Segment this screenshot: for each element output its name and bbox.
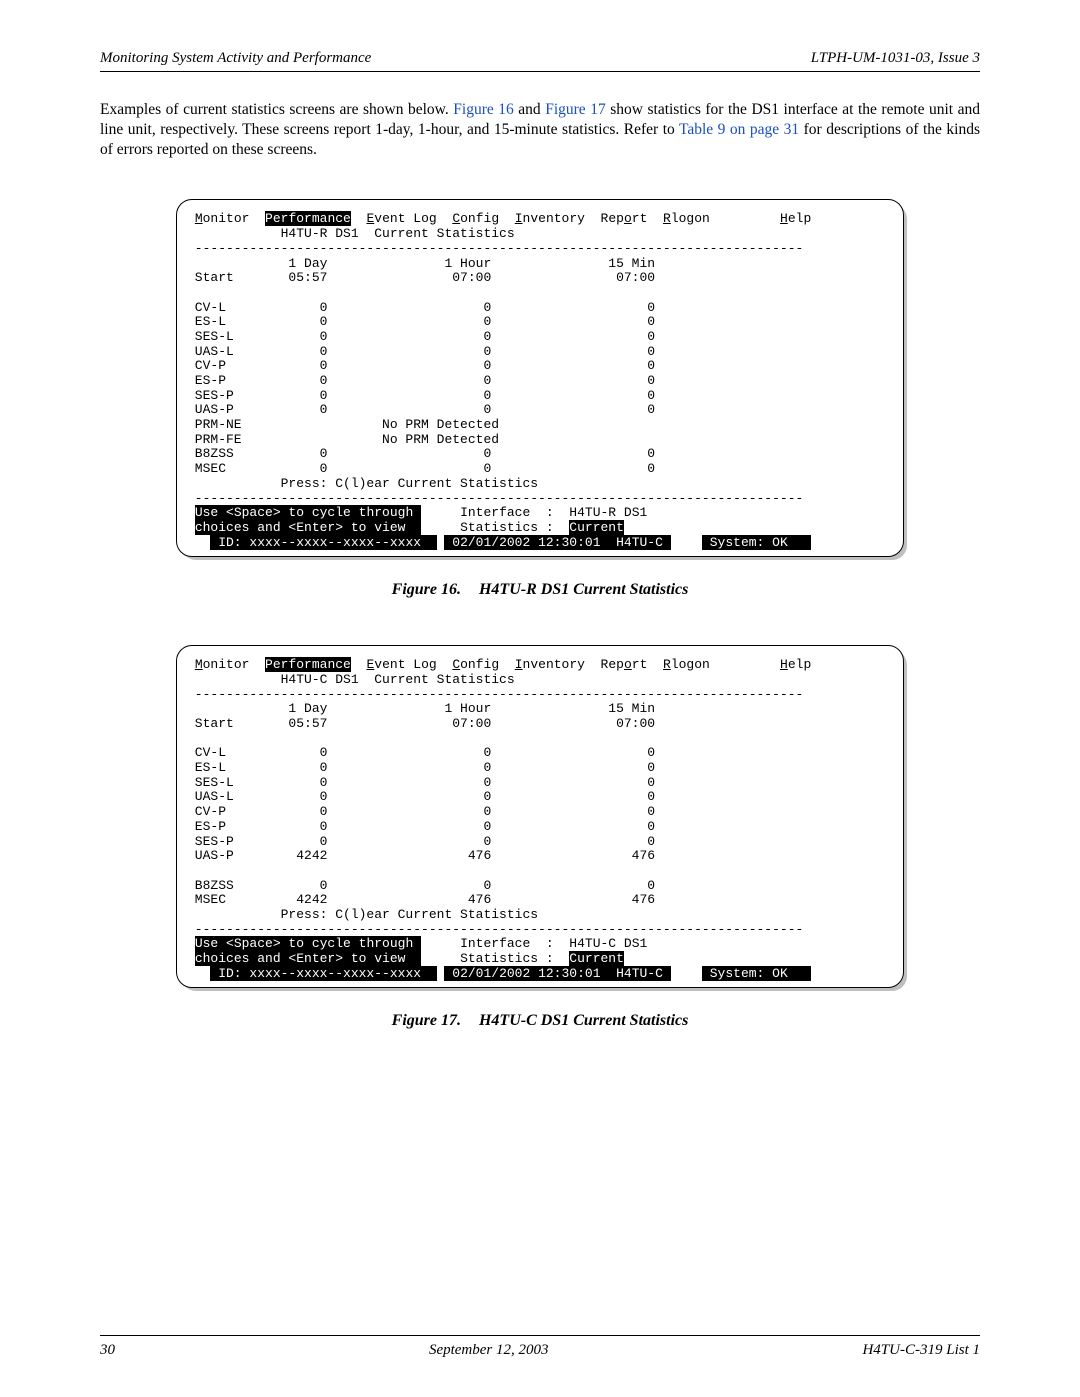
terminal-screen-h4tu-r: Monitor Performance Event Log Config Inv… [176, 199, 904, 557]
terminal-content-h4tu-r: Monitor Performance Event Log Config Inv… [187, 212, 893, 550]
footer-date: September 12, 2003 [429, 1342, 549, 1359]
header-docid: LTPH-UM-1031-03, Issue 3 [811, 50, 980, 67]
intro-paragraph: Examples of current statistics screens a… [100, 100, 980, 159]
footer-product: H4TU-C-319 List 1 [862, 1342, 980, 1359]
page-footer: 30 September 12, 2003 H4TU-C-319 List 1 [100, 1335, 980, 1359]
link-table-9[interactable]: Table 9 on page 31 [679, 121, 799, 138]
link-figure-16[interactable]: Figure 16 [453, 101, 514, 118]
figure-17-caption: Figure 17. H4TU-C DS1 Current Statistics [100, 1012, 980, 1030]
footer-page-number: 30 [100, 1342, 115, 1359]
running-header: Monitoring System Activity and Performan… [100, 50, 980, 72]
header-section: Monitoring System Activity and Performan… [100, 50, 371, 67]
terminal-content-h4tu-c: Monitor Performance Event Log Config Inv… [187, 658, 893, 981]
terminal-screen-h4tu-c: Monitor Performance Event Log Config Inv… [176, 645, 904, 988]
figure-16-caption: Figure 16. H4TU-R DS1 Current Statistics [100, 581, 980, 599]
link-figure-17[interactable]: Figure 17 [545, 101, 606, 118]
